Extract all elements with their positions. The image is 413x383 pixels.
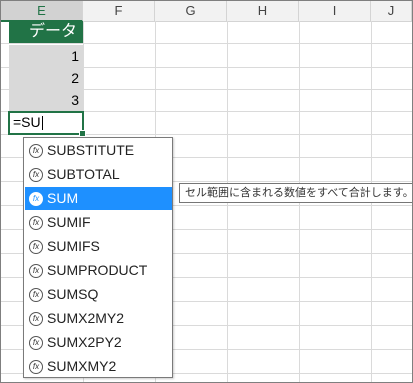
autocomplete-item[interactable]: fx SUMXMY2 [25,355,172,378]
autocomplete-item[interactable]: fx SUMSQ [25,283,172,306]
autocomplete-item-label: SUM [47,190,79,206]
column-header-f[interactable]: F [83,1,155,21]
autocomplete-item[interactable]: fx SUBTOTAL [25,163,172,186]
gridline [1,43,412,44]
fill-handle[interactable] [79,130,86,137]
autocomplete-item-label: SUMX2PY2 [47,334,122,350]
autocomplete-item[interactable]: fx SUMIFS [25,235,172,258]
autocomplete-item[interactable]: fx SUMIF [25,211,172,234]
formula-text: =SU [13,114,41,130]
table-cell-value-1[interactable]: 1 [9,45,83,67]
column-header-j[interactable]: J [371,1,412,21]
fx-icon: fx [29,264,43,278]
column-header-h[interactable]: H [227,1,299,21]
fx-icon: fx [29,336,43,350]
spreadsheet-view: E F G H I J データ 1 2 3 =SU fx SUBSTITUTE … [0,0,413,383]
fx-icon: fx [29,288,43,302]
fx-icon: fx [29,240,43,254]
autocomplete-item-label: SUMPRODUCT [47,262,148,278]
autocomplete-item[interactable]: fx SUMPRODUCT [25,259,172,282]
autocomplete-item-label: SUMX2MY2 [47,310,125,326]
column-header-i[interactable]: I [299,1,371,21]
formula-edit-cell[interactable]: =SU [8,111,84,135]
column-header-row: E F G H I J [1,1,412,22]
table-header-cell[interactable]: データ [9,21,83,43]
column-header-e[interactable]: E [1,1,83,22]
autocomplete-item[interactable]: fx SUMX2MY2 [25,307,172,330]
fx-icon: fx [29,312,43,326]
table-cell-value-2[interactable]: 2 [9,67,83,89]
fx-icon: fx [29,168,43,182]
table-cell-value-3[interactable]: 3 [9,89,83,111]
fx-icon: fx [29,192,43,206]
text-caret [41,116,43,131]
autocomplete-item-label: SUMIFS [47,238,100,254]
autocomplete-item-label: SUMSQ [47,286,99,302]
autocomplete-item[interactable]: fx SUMX2PY2 [25,331,172,354]
autocomplete-item-label: SUMXMY2 [47,358,117,374]
function-autocomplete-list: fx SUBSTITUTE fx SUBTOTAL fx SUM fx SUMI… [23,137,173,378]
fx-icon: fx [29,360,43,374]
autocomplete-item[interactable]: fx SUBSTITUTE [25,139,172,162]
autocomplete-item-label: SUBSTITUTE [47,142,135,158]
column-header-g[interactable]: G [155,1,227,21]
function-description-tooltip: セル範囲に含まれる数値をすべて合計します。 [179,183,412,203]
autocomplete-item-label: SUMIF [47,214,91,230]
fx-icon: fx [29,144,43,158]
autocomplete-item-label: SUBTOTAL [47,166,120,182]
autocomplete-item-selected[interactable]: fx SUM [25,187,172,210]
fx-icon: fx [29,216,43,230]
